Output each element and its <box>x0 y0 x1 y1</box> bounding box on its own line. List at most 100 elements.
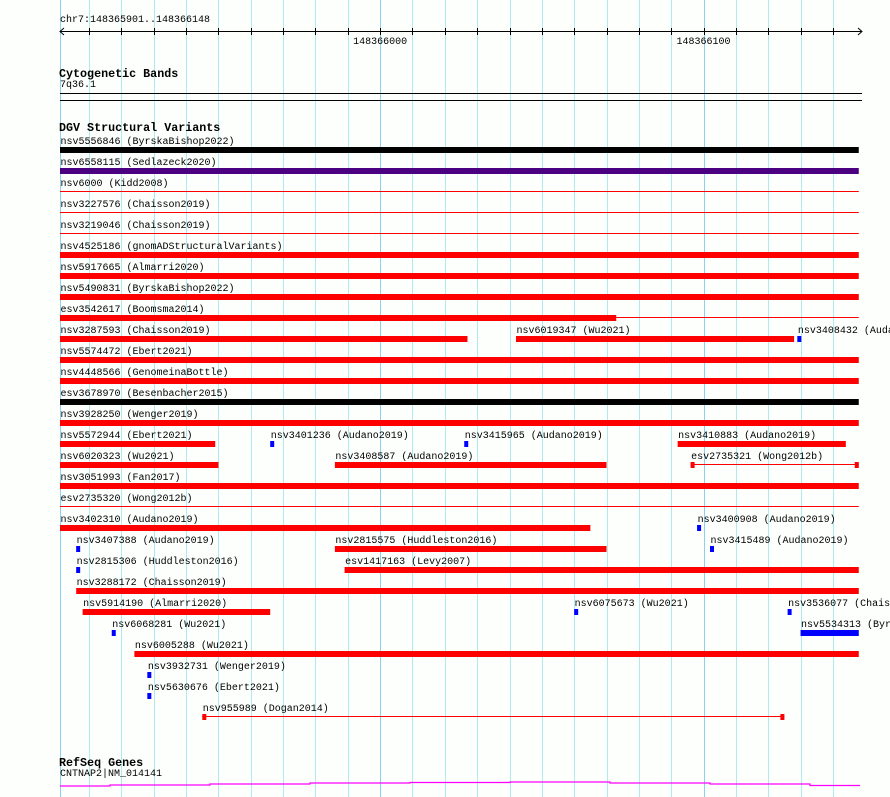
variant-label[interactable]: nsv3287593 (Chaisson2019) <box>61 325 211 337</box>
variant-bar[interactable] <box>60 273 859 279</box>
variant-label[interactable]: esv2735321 (Wong2012b) <box>691 451 823 463</box>
variant-bar[interactable] <box>60 483 859 489</box>
variant-label[interactable]: nsv3415965 (Audano2019) <box>465 430 603 442</box>
variant-label[interactable]: nsv6019347 (Wu2021) <box>516 325 630 337</box>
variant-bar[interactable] <box>60 506 859 507</box>
variant-label[interactable]: nsv3410883 (Audano2019) <box>678 430 816 442</box>
variant-bar[interactable] <box>60 420 859 426</box>
variant-label[interactable]: nsv4525186 (gnomADStructuralVariants) <box>61 241 283 253</box>
variant-bar[interactable] <box>60 357 859 363</box>
variant-end-block[interactable] <box>690 462 695 468</box>
variant-label[interactable]: esv3542617 (Boomsma2014) <box>61 304 205 316</box>
variant-bar[interactable] <box>574 609 579 615</box>
variant-bar[interactable] <box>797 336 802 342</box>
variant-bar[interactable] <box>60 233 859 234</box>
variant-label[interactable]: esv2735320 (Wong2012b) <box>61 493 193 505</box>
variant-label[interactable]: nsv2815306 (Huddleston2016) <box>77 556 239 568</box>
variant-bar[interactable] <box>202 716 785 717</box>
variant-bar[interactable] <box>677 441 846 447</box>
ruler-tick-label: 148366100 <box>677 37 731 48</box>
variant-bar[interactable] <box>60 294 859 300</box>
variant-label[interactable]: nsv3407388 (Audano2019) <box>77 535 215 547</box>
variant-bar[interactable] <box>60 378 859 384</box>
variant-label[interactable]: nsv3400908 (Audano2019) <box>698 514 836 526</box>
variant-label[interactable]: nsv3227576 (Chaisson2019) <box>61 199 211 211</box>
variant-label[interactable]: nsv6000 (Kidd2008) <box>61 178 169 190</box>
variant-bar[interactable] <box>60 441 216 447</box>
variant-label[interactable]: nsv6558115 (Sedlazeck2020) <box>61 157 217 169</box>
variant-bar[interactable] <box>60 525 591 531</box>
variant-label[interactable]: nsv5914190 (Almarri2020) <box>83 598 227 610</box>
variant-bar[interactable] <box>334 546 607 552</box>
variant-bar[interactable] <box>60 191 859 192</box>
variant-label[interactable]: nsv3536077 (Chaisson2019) <box>788 598 890 610</box>
cytoband-track-title[interactable]: Cytogenetic Bands <box>59 68 178 80</box>
variant-bar[interactable] <box>60 147 859 153</box>
variant-label[interactable]: nsv5630676 (Ebert2021) <box>148 682 280 694</box>
variant-label[interactable]: nsv5572944 (Ebert2021) <box>61 430 193 442</box>
variant-bar-thin[interactable] <box>616 317 859 318</box>
dgv-track-title[interactable]: DGV Structural Variants <box>59 122 220 134</box>
variant-end-block[interactable] <box>202 714 207 720</box>
variant-bar[interactable] <box>60 462 219 468</box>
variant-label[interactable]: nsv3415489 (Audano2019) <box>711 535 849 547</box>
variant-label[interactable]: nsv3402310 (Audano2019) <box>61 514 199 526</box>
variant-bar[interactable] <box>344 567 859 573</box>
gene-intron-line[interactable] <box>60 781 860 787</box>
variant-bar[interactable] <box>76 567 81 573</box>
variant-label[interactable]: nsv3288172 (Chaisson2019) <box>77 577 227 589</box>
variant-bar[interactable] <box>60 399 859 405</box>
cytoband-label: 7q36.1 <box>60 80 97 91</box>
variant-bar[interactable] <box>147 693 152 699</box>
variant-label[interactable]: nsv4448566 (GenomeinaBottle) <box>61 367 229 379</box>
variant-bar[interactable] <box>134 651 859 657</box>
variant-label[interactable]: nsv5574472 (Ebert2021) <box>61 346 193 358</box>
variant-label[interactable]: esv1417163 (Levy2007) <box>345 556 471 568</box>
variant-bar[interactable] <box>690 464 859 465</box>
variant-label[interactable]: nsv5917665 (Almarri2020) <box>61 262 205 274</box>
variant-bar[interactable] <box>111 630 116 636</box>
variant-bar[interactable] <box>697 525 702 531</box>
variant-label[interactable]: nsv3401236 (Audano2019) <box>271 430 409 442</box>
variant-bar[interactable] <box>710 546 715 552</box>
variant-label[interactable]: nsv955989 (Dogan2014) <box>203 703 329 715</box>
variant-bar[interactable] <box>787 609 792 615</box>
variant-bar[interactable] <box>147 672 152 678</box>
variant-label[interactable]: nsv5490831 (ByrskaBishop2022) <box>61 283 235 295</box>
variant-end-block[interactable] <box>854 462 859 468</box>
variant-label[interactable]: esv3678970 (Besenbacher2015) <box>61 388 229 400</box>
variant-bar[interactable] <box>334 462 607 468</box>
variant-bar[interactable] <box>60 168 859 174</box>
ruler-tick-label: 148366000 <box>353 37 407 48</box>
variant-label[interactable]: nsv6020323 (Wu2021) <box>61 451 175 463</box>
variant-bar[interactable] <box>270 441 275 447</box>
refseq-gene-label[interactable]: CNTNAP2|NM_014141 <box>60 769 162 780</box>
variant-bar[interactable] <box>60 212 859 213</box>
variant-bar[interactable] <box>60 315 617 321</box>
variant-bar[interactable] <box>76 588 859 594</box>
variant-label[interactable]: nsv3932731 (Wenger2019) <box>148 661 286 673</box>
variant-label[interactable]: nsv6068281 (Wu2021) <box>112 619 226 631</box>
variant-label[interactable]: nsv5556846 (ByrskaBishop2022) <box>61 136 235 148</box>
variant-bar[interactable] <box>60 336 468 342</box>
genome-browser-image: 148366000 148366100 nsv5556846 (ByrskaBish… <box>0 0 890 797</box>
variant-label[interactable]: nsv3408587 (Audano2019) <box>335 451 473 463</box>
variant-bar[interactable] <box>800 630 859 636</box>
variant-bar[interactable] <box>515 336 795 342</box>
variant-label[interactable]: nsv2815575 (Huddleston2016) <box>335 535 497 547</box>
variant-end-block[interactable] <box>780 714 785 720</box>
track-canvas: 148366000 148366100 nsv5556846 (ByrskaBish… <box>59 0 890 797</box>
variant-bar[interactable] <box>464 441 469 447</box>
refseq-track-title[interactable]: RefSeq Genes <box>59 757 143 769</box>
variant-label[interactable]: nsv6005288 (Wu2021) <box>135 640 249 652</box>
variant-bar[interactable] <box>60 252 859 258</box>
variant-label[interactable]: nsv3051993 (Fan2017) <box>61 472 181 484</box>
variant-label[interactable]: nsv6075673 (Wu2021) <box>575 598 689 610</box>
position-label: chr7:148365901..148366148 <box>60 15 211 26</box>
variant-label[interactable]: nsv5534313 (ByrskaBishop2022) <box>801 619 890 631</box>
variant-label[interactable]: nsv3408432 (Audano2019) <box>798 325 890 337</box>
variant-label[interactable]: nsv3928250 (Wenger2019) <box>61 409 199 421</box>
variant-label[interactable]: nsv3219046 (Chaisson2019) <box>61 220 211 232</box>
variant-bar[interactable] <box>82 609 271 615</box>
variant-bar[interactable] <box>76 546 81 552</box>
